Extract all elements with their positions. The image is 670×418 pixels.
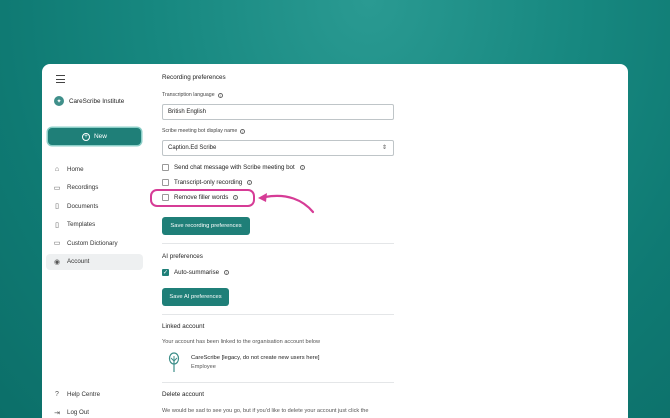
carescribe-logo-icon (166, 351, 182, 373)
transcript-only-checkbox[interactable] (162, 179, 169, 186)
sidebar-item-log-out[interactable]: ⇥ Log Out (46, 405, 143, 418)
info-icon[interactable]: i (224, 270, 230, 275)
linked-org-name: CareScribe [legacy, do not create new us… (191, 355, 320, 361)
sidebar-item-label: Log Out (67, 409, 90, 417)
select-arrows-icon: ⇕ (381, 145, 387, 151)
ai-preferences-title: AI preferences (162, 253, 203, 260)
folder-icon: ▭ (53, 184, 61, 192)
sidebar: ✦ CareScribe Institute + New ⌂ Home ▭ Reco… (42, 64, 149, 418)
sidebar-item-label: Home (67, 165, 84, 173)
divider (162, 314, 394, 315)
recording-preferences-title: Recording preferences (162, 74, 226, 81)
info-icon[interactable]: i (299, 165, 305, 170)
linked-account-description: Your account has been linked to the orga… (162, 339, 321, 345)
info-icon[interactable]: i (247, 180, 253, 185)
linked-account-title: Linked account (162, 323, 205, 330)
chat-message-option[interactable]: Send chat message with Scribe meeting bo… (162, 164, 305, 171)
menu-icon[interactable] (56, 75, 65, 83)
language-select[interactable]: British English (162, 104, 394, 120)
sidebar-item-label: Custom Dictionary (67, 239, 118, 247)
sidebar-item-label: Account (67, 258, 90, 266)
delete-account-description: We would be sad to see you go, but if yo… (162, 408, 369, 414)
logout-icon: ⇥ (54, 409, 60, 417)
info-icon[interactable]: i (240, 128, 246, 134)
auto-summarise-label: Auto-summarise (174, 269, 220, 276)
bot-name-select-value: Caption.Ed Scribe (168, 145, 217, 151)
app-window: ✦ CareScribe Institute + New ⌂ Home ▭ Reco… (42, 64, 628, 418)
chat-message-label: Send chat message with Scribe meeting bo… (174, 164, 295, 171)
language-label: Transcription language i (162, 92, 223, 98)
sidebar-item-label: Recordings (67, 184, 99, 192)
divider (162, 243, 394, 244)
new-button-label: New (93, 133, 107, 140)
sidebar-item-account[interactable]: ◉ Account (46, 253, 143, 270)
sidebar-bottom-nav: ? Help Centre ⇥ Log Out (46, 386, 143, 418)
transcript-only-label: Transcript-only recording (174, 179, 243, 186)
save-recording-preferences-button[interactable]: Save recording preferences (162, 217, 250, 235)
language-select-value: British English (168, 109, 207, 115)
sidebar-item-label: Templates (67, 221, 96, 229)
home-icon: ⌂ (54, 165, 60, 173)
org-logo-icon: ✦ (54, 96, 64, 106)
sidebar-item-templates[interactable]: ▯ Templates (46, 217, 143, 233)
sidebar-item-recordings[interactable]: ▭ Recordings (46, 180, 143, 196)
bot-name-label-text: Scribe meeting bot display name (162, 128, 238, 134)
pointer-arrow-icon (258, 193, 315, 214)
sidebar-item-documents[interactable]: ▯ Documents (46, 198, 143, 214)
auto-summarise-option[interactable]: ✓ Auto-summarise i (162, 269, 230, 276)
org-name: CareScribe Institute (69, 97, 125, 105)
sidebar-item-label: Documents (67, 202, 99, 210)
account-icon: ◉ (53, 258, 61, 266)
divider (162, 382, 394, 383)
chat-message-checkbox[interactable] (162, 164, 169, 171)
sidebar-item-help-centre[interactable]: ? Help Centre (46, 386, 143, 402)
bot-name-label: Scribe meeting bot display name i (162, 128, 246, 134)
info-icon[interactable]: i (217, 92, 223, 98)
bot-name-select[interactable]: Caption.Ed Scribe ⇕ (162, 140, 394, 156)
transcript-only-option[interactable]: Transcript-only recording i (162, 179, 253, 186)
filler-words-highlight (150, 189, 255, 207)
auto-summarise-checkbox[interactable]: ✓ (162, 269, 169, 276)
sidebar-nav: ⌂ Home ▭ Recordings ▯ Documents ▯ Templates … (46, 161, 143, 273)
new-button[interactable]: + New (48, 128, 141, 145)
sidebar-item-custom-dictionary[interactable]: ▭ Custom Dictionary (46, 235, 143, 251)
plus-icon: + (81, 132, 90, 141)
dictionary-icon: ▭ (53, 240, 61, 248)
org-switcher[interactable]: ✦ CareScribe Institute (54, 96, 124, 106)
document-icon: ▯ (55, 203, 59, 211)
sidebar-item-label: Help Centre (67, 390, 101, 398)
sidebar-item-home[interactable]: ⌂ Home (46, 161, 143, 177)
template-icon: ▯ (55, 221, 59, 229)
save-ai-preferences-button[interactable]: Save AI preferences (162, 288, 229, 306)
help-icon: ? (55, 390, 59, 398)
delete-account-title: Delete account (162, 391, 205, 398)
language-label-text: Transcription language (162, 92, 215, 98)
linked-org-role: Employee (191, 364, 216, 370)
